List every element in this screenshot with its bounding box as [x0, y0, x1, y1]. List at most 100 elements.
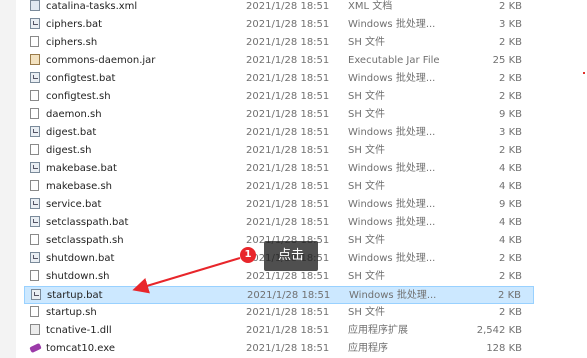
batch-file-icon — [30, 18, 40, 30]
file-date-modified: 2021/1/28 18:51 — [246, 181, 330, 192]
file-row[interactable]: setclasspath.bat 2021/1/28 18:51 Windows 批… — [24, 214, 534, 232]
file-date-modified: 2021/1/28 18:51 — [247, 290, 331, 301]
file-name: setclasspath.bat — [46, 217, 129, 228]
batch-file-icon — [30, 72, 40, 84]
file-size: 4 KB — [499, 217, 522, 228]
file-type: SH 文件 — [348, 181, 386, 192]
file-type: SH 文件 — [348, 37, 386, 48]
file-size: 4 KB — [499, 235, 522, 246]
file-name: configtest.sh — [46, 91, 111, 102]
file-size: 2 KB — [499, 91, 522, 102]
file-row[interactable]: startup.sh 2021/1/28 18:51 SH 文件 2 KB — [24, 304, 534, 322]
batch-file-icon — [30, 252, 40, 264]
file-name: shutdown.bat — [46, 253, 115, 264]
file-name: makebase.bat — [46, 163, 117, 174]
file-name: startup.sh — [46, 307, 97, 318]
file-type: SH 文件 — [348, 91, 386, 102]
file-name: ciphers.sh — [46, 37, 98, 48]
file-date-modified: 2021/1/28 18:51 — [246, 1, 330, 12]
file-type: SH 文件 — [348, 271, 386, 282]
file-size: 9 KB — [499, 199, 522, 210]
file-date-modified: 2021/1/28 18:51 — [246, 91, 330, 102]
file-name: tcnative-1.dll — [46, 325, 112, 336]
batch-file-icon — [31, 289, 41, 301]
file-size: 3 KB — [499, 19, 522, 30]
file-type: SH 文件 — [348, 307, 386, 318]
file-type: 应用程序扩展 — [348, 325, 408, 336]
file-date-modified: 2021/1/28 18:51 — [246, 163, 330, 174]
file-type: Windows 批处理... — [348, 163, 436, 174]
file-name: configtest.bat — [46, 73, 116, 84]
dll-file-icon — [30, 324, 40, 336]
file-date-modified: 2021/1/28 18:51 — [246, 55, 330, 66]
file-type: Executable Jar File — [348, 55, 440, 66]
file-name: digest.bat — [46, 127, 97, 138]
jar-file-icon — [30, 54, 40, 66]
file-name: ciphers.bat — [46, 19, 103, 30]
file-row[interactable]: makebase.bat 2021/1/28 18:51 Windows 批处理..… — [24, 160, 534, 178]
file-row[interactable]: digest.bat 2021/1/28 18:51 Windows 批处理... 3… — [24, 124, 534, 142]
file-date-modified: 2021/1/28 18:51 — [246, 217, 330, 228]
file-list: catalina-tasks.xml 2021/1/28 18:51 XML 文档 2… — [16, 0, 587, 358]
sh-file-icon — [30, 180, 40, 192]
file-size: 3 KB — [499, 127, 522, 138]
file-type: Windows 批处理... — [348, 73, 436, 84]
sh-file-icon — [30, 306, 40, 318]
file-name: service.bat — [46, 199, 102, 210]
file-row[interactable]: ciphers.bat 2021/1/28 18:51 Windows 批处理...… — [24, 16, 534, 34]
file-type: Windows 批处理... — [349, 290, 437, 301]
file-name: shutdown.sh — [46, 271, 110, 282]
file-date-modified: 2021/1/28 18:51 — [246, 127, 330, 138]
step-badge: 1 — [240, 247, 256, 263]
file-row[interactable]: configtest.sh 2021/1/28 18:51 SH 文件 2 KB — [24, 88, 534, 106]
file-name: catalina-tasks.xml — [46, 1, 138, 12]
file-row[interactable]: catalina-tasks.xml 2021/1/28 18:51 XML 文档 2… — [24, 0, 534, 16]
file-row[interactable]: tcnative-1.dll 2021/1/28 18:51 应用程序扩展 2,542… — [24, 322, 534, 340]
file-type: Windows 批处理... — [348, 199, 436, 210]
file-row[interactable]: configtest.bat 2021/1/28 18:51 Windows 批处理… — [24, 70, 534, 88]
batch-file-icon — [30, 162, 40, 174]
xml-file-icon — [30, 0, 40, 12]
file-type: Windows 批处理... — [348, 253, 436, 264]
file-size: 4 KB — [499, 181, 522, 192]
file-date-modified: 2021/1/28 18:51 — [246, 307, 330, 318]
file-row[interactable]: makebase.sh 2021/1/28 18:51 SH 文件 4 KB — [24, 178, 534, 196]
batch-file-icon — [30, 216, 40, 228]
file-size: 2 KB — [499, 1, 522, 12]
file-date-modified: 2021/1/28 18:51 — [246, 325, 330, 336]
file-date-modified: 2021/1/28 18:51 — [246, 271, 330, 282]
file-size: 2 KB — [498, 290, 521, 301]
sh-file-icon — [30, 144, 40, 156]
file-type: Windows 批处理... — [348, 19, 436, 30]
file-name: digest.sh — [46, 145, 92, 156]
file-row[interactable]: commons-daemon.jar 2021/1/28 18:51 Executa… — [24, 52, 534, 70]
file-name: daemon.sh — [46, 109, 102, 120]
file-date-modified: 2021/1/28 18:51 — [246, 145, 330, 156]
file-name: setclasspath.sh — [46, 235, 124, 246]
file-type: XML 文档 — [348, 1, 393, 12]
file-row[interactable]: startup.bat 2021/1/28 18:51 Windows 批处理...… — [24, 286, 534, 304]
file-date-modified: 2021/1/28 18:51 — [246, 73, 330, 84]
file-type: Windows 批处理... — [348, 127, 436, 138]
file-size: 2 KB — [499, 307, 522, 318]
file-row[interactable]: service.bat 2021/1/28 18:51 Windows 批处理...… — [24, 196, 534, 214]
sh-file-icon — [30, 36, 40, 48]
file-size: 2 KB — [499, 37, 522, 48]
file-size: 128 KB — [486, 343, 522, 354]
file-size: 2 KB — [499, 253, 522, 264]
file-date-modified: 2021/1/28 18:51 — [246, 19, 330, 30]
file-row[interactable]: tomcat10.exe 2021/1/28 18:51 应用程序 128 KB — [24, 340, 534, 358]
file-row[interactable]: daemon.sh 2021/1/28 18:51 SH 文件 9 KB — [24, 106, 534, 124]
batch-file-icon — [30, 126, 40, 138]
file-type: SH 文件 — [348, 145, 386, 156]
batch-file-icon — [30, 198, 40, 210]
file-size: 2,542 KB — [476, 325, 522, 336]
file-size: 9 KB — [499, 109, 522, 120]
file-size: 2 KB — [499, 73, 522, 84]
file-row[interactable]: digest.sh 2021/1/28 18:51 SH 文件 2 KB — [24, 142, 534, 160]
file-name: commons-daemon.jar — [46, 55, 156, 66]
file-name: tomcat10.exe — [46, 343, 115, 354]
click-tooltip: 点击 — [264, 241, 318, 271]
file-row[interactable]: ciphers.sh 2021/1/28 18:51 SH 文件 2 KB — [24, 34, 534, 52]
file-type: SH 文件 — [348, 235, 386, 246]
